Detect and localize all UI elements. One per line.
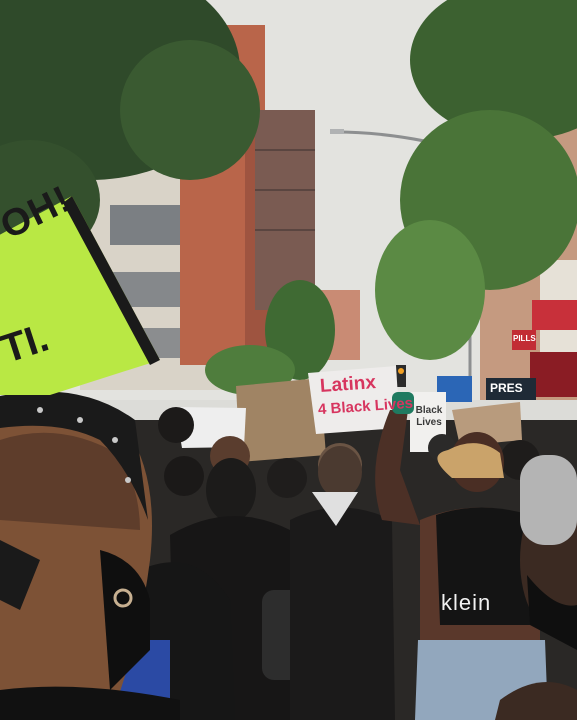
store-banner-text: PRES: [490, 381, 523, 395]
small-sign-text: Black Lives: [415, 405, 443, 428]
sports-bra-logo: klein: [441, 590, 492, 615]
protest-march-photo: OH! TI. Latinx 4 Black Lives Black Lives…: [0, 0, 577, 720]
latinx-sign-text-line1: Latinx: [319, 372, 377, 397]
red-sign-text: PILLS: [513, 334, 536, 343]
